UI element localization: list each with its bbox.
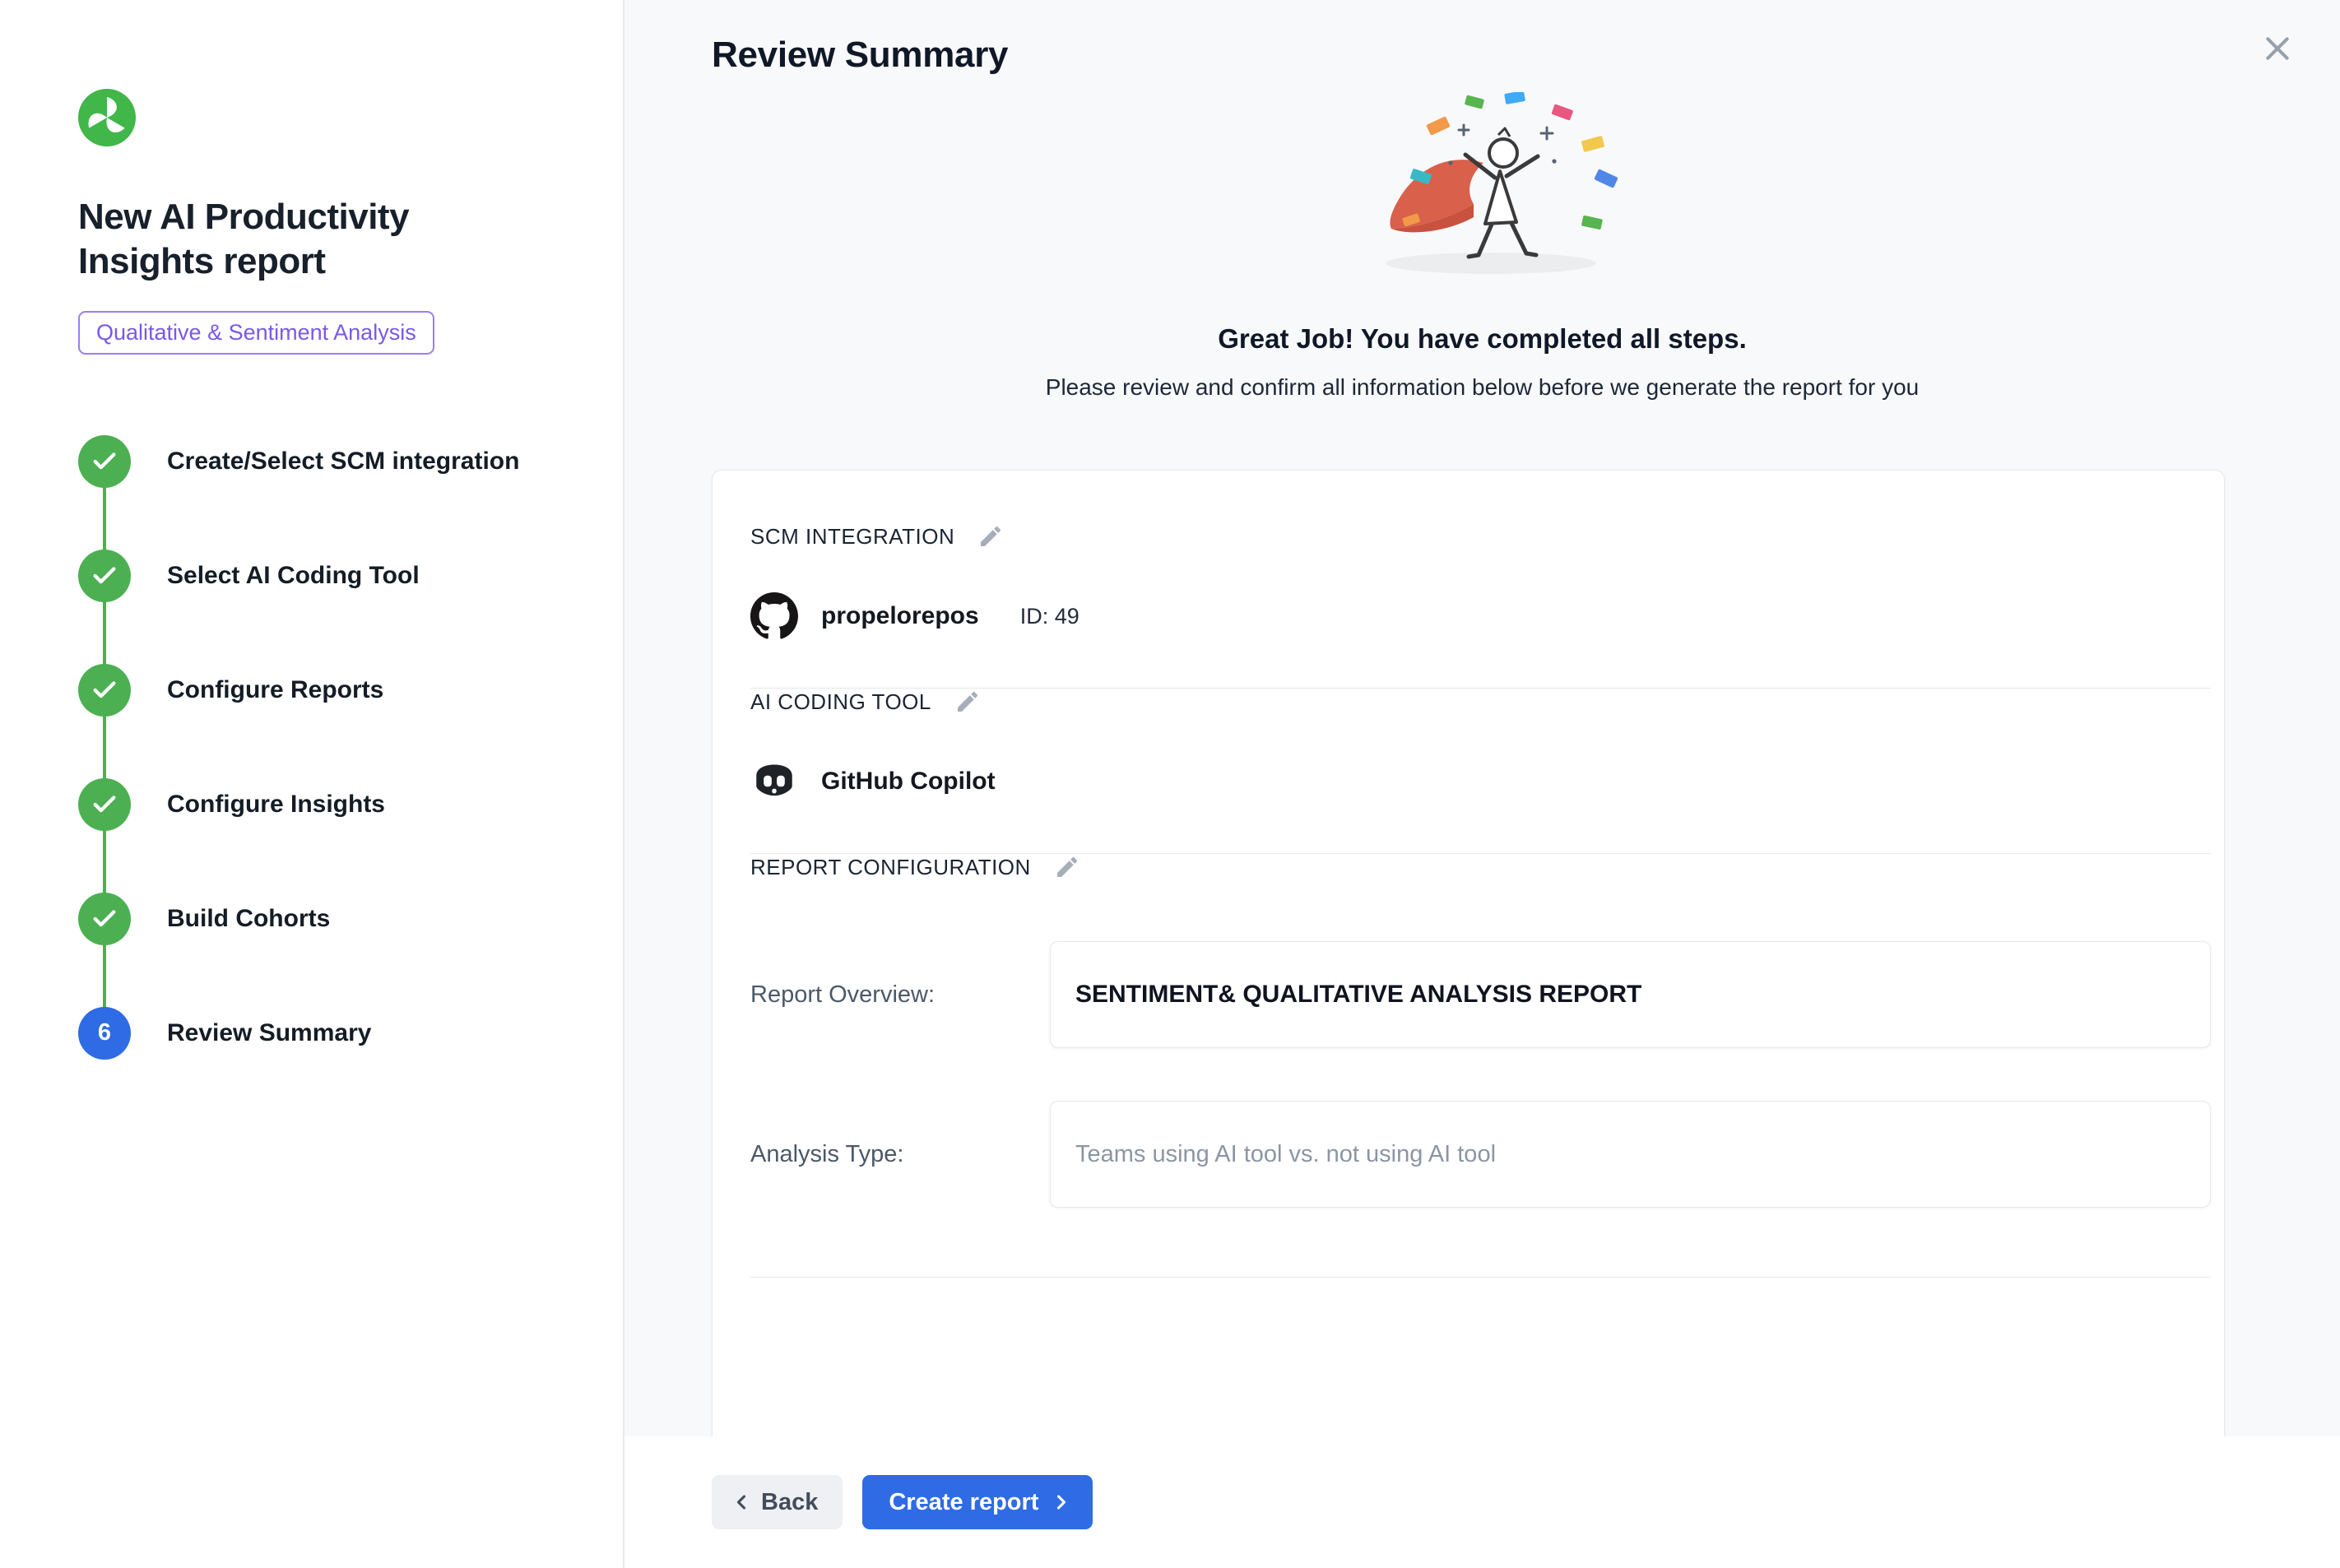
section-header: REPORT CONFIGURATION <box>750 854 2211 880</box>
completion-subheading: Please review and confirm all informatio… <box>624 374 2340 401</box>
scm-integration-name: propelorepos <box>821 602 979 630</box>
step-done-check-icon <box>78 435 131 488</box>
back-button[interactable]: Back <box>712 1475 843 1529</box>
create-report-button[interactable]: Create report <box>862 1475 1093 1529</box>
create-report-label: Create report <box>889 1489 1038 1516</box>
scm-section-label: SCM INTEGRATION <box>750 524 954 550</box>
app-window: New AI Productivity Insights report Qual… <box>0 0 2340 1568</box>
ai-coding-tool-section: AI CODING TOOL GitHub Copilot <box>750 689 2211 854</box>
report-type-badge: Qualitative & Sentiment Analysis <box>78 311 434 355</box>
summary-card: SCM INTEGRATION propelorepos ID: 49 <box>712 470 2225 1568</box>
report-overview-label: Report Overview: <box>750 981 1050 1009</box>
scm-integration-row: propelorepos ID: 49 <box>750 592 2211 640</box>
step-done-check-icon <box>78 778 131 831</box>
section-header: SCM INTEGRATION <box>750 523 2211 550</box>
analysis-type-row: Analysis Type: Teams using AI tool vs. n… <box>750 1101 2211 1208</box>
step-configure-reports[interactable]: Configure Reports <box>78 633 590 747</box>
step-review-summary[interactable]: 6 Review Summary <box>78 976 590 1090</box>
report-overview-row: Report Overview: SENTIMENT& QUALITATIVE … <box>750 941 2211 1048</box>
ai-tool-section-label: AI CODING TOOL <box>750 689 931 715</box>
review-summary-panel: Review Summary <box>624 0 2340 1568</box>
ai-tool-row: GitHub Copilot <box>750 758 2211 805</box>
edit-ai-tool-icon[interactable] <box>954 689 981 715</box>
completion-hero: Great Job! You have completed all steps.… <box>624 92 2340 401</box>
panel-header: Review Summary <box>624 0 2340 76</box>
step-create-select-scm-integration[interactable]: Create/Select SCM integration <box>78 404 590 518</box>
report-configuration-section: REPORT CONFIGURATION Report Overview: SE… <box>750 854 2211 1278</box>
completion-heading: Great Job! You have completed all steps. <box>624 323 2340 355</box>
report-config-section-label: REPORT CONFIGURATION <box>750 855 1031 880</box>
step-label: Build Cohorts <box>167 905 330 933</box>
wizard-stepper: Create/Select SCM integration Select AI … <box>78 404 590 1090</box>
celebration-illustration <box>624 92 2340 285</box>
step-done-check-icon <box>78 550 131 602</box>
step-build-cohorts[interactable]: Build Cohorts <box>78 861 590 976</box>
step-number-badge: 6 <box>78 1007 131 1060</box>
github-icon <box>750 592 798 640</box>
scm-integration-section: SCM INTEGRATION propelorepos ID: 49 <box>750 523 2211 689</box>
step-select-ai-coding-tool[interactable]: Select AI Coding Tool <box>78 518 590 633</box>
chevron-right-icon <box>1050 1491 1073 1514</box>
analysis-type-label: Analysis Type: <box>750 1141 1050 1168</box>
back-button-label: Back <box>761 1489 818 1516</box>
ai-tool-name: GitHub Copilot <box>821 768 996 796</box>
step-label: Review Summary <box>167 1019 371 1047</box>
close-icon[interactable] <box>2259 31 2296 67</box>
step-label: Create/Select SCM integration <box>167 448 519 476</box>
step-configure-insights[interactable]: Configure Insights <box>78 747 590 861</box>
step-done-check-icon <box>78 664 131 717</box>
step-done-check-icon <box>78 893 131 945</box>
report-overview-value: SENTIMENT& QUALITATIVE ANALYSIS REPORT <box>1050 941 2211 1048</box>
edit-scm-icon[interactable] <box>977 523 1004 550</box>
step-number: 6 <box>98 1019 111 1046</box>
step-label: Configure Reports <box>167 676 383 704</box>
report-title: New AI Productivity Insights report <box>78 195 514 283</box>
github-copilot-icon <box>750 758 798 805</box>
wizard-sidebar: New AI Productivity Insights report Qual… <box>0 0 624 1568</box>
step-label: Configure Insights <box>167 791 385 819</box>
page-title: Review Summary <box>712 35 2225 76</box>
wizard-footer: Back Create report <box>624 1436 2340 1568</box>
section-header: AI CODING TOOL <box>750 689 2211 715</box>
chevron-left-icon <box>730 1491 753 1514</box>
propelo-logo-icon <box>78 89 590 151</box>
step-label: Select AI Coding Tool <box>167 562 420 590</box>
section-divider <box>750 1277 2211 1278</box>
analysis-type-value: Teams using AI tool vs. not using AI too… <box>1050 1101 2211 1208</box>
edit-report-config-icon[interactable] <box>1054 854 1080 880</box>
scm-integration-id: ID: 49 <box>1020 604 1079 629</box>
